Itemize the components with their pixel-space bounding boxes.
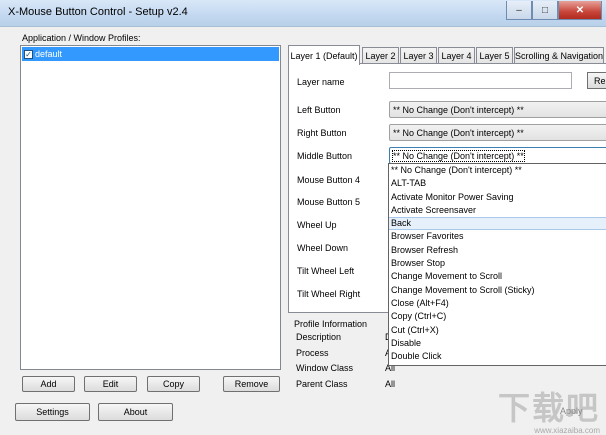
dropdown-option[interactable]: Browser Refresh bbox=[389, 244, 606, 257]
dropdown-option[interactable]: Browser Stop bbox=[389, 257, 606, 270]
layer-name-label: Layer name bbox=[297, 77, 345, 87]
middle-button-select[interactable]: ** No Change (Don't intercept) ** bbox=[389, 147, 606, 164]
wheel-up-label: Wheel Up bbox=[297, 220, 337, 230]
tilt-wheel-left-label: Tilt Wheel Left bbox=[297, 266, 355, 276]
reset-button[interactable]: Re bbox=[587, 72, 606, 89]
remove-button[interactable]: Remove bbox=[223, 376, 280, 392]
edit-button[interactable]: Edit bbox=[84, 376, 137, 392]
middle-button-value: ** No Change (Don't intercept) ** bbox=[392, 149, 525, 162]
watermark-logo: 下载吧 bbox=[497, 390, 600, 426]
mouse-button-4-label: Mouse Button 4 bbox=[297, 175, 361, 185]
copy-button[interactable]: Copy bbox=[147, 376, 200, 392]
dropdown-option[interactable]: Copy (Ctrl+C) bbox=[389, 310, 606, 323]
tab-layer-4[interactable]: Layer 4 bbox=[438, 47, 475, 64]
dropdown-option[interactable]: ** No Change (Don't intercept) ** bbox=[389, 164, 606, 177]
settings-button[interactable]: Settings bbox=[15, 403, 90, 421]
window-class-label: Window Class bbox=[296, 363, 354, 373]
dropdown-option[interactable]: Browser Favorites bbox=[389, 230, 606, 243]
tab-layer-1[interactable]: Layer 1 (Default) bbox=[288, 45, 360, 65]
mouse-button-5-label: Mouse Button 5 bbox=[297, 197, 361, 207]
left-button-label: Left Button bbox=[297, 105, 341, 115]
parent-class-label: Parent Class bbox=[296, 379, 348, 389]
description-label: Description bbox=[296, 332, 342, 342]
profile-list[interactable]: ✓ default bbox=[20, 45, 281, 370]
right-button-label: Right Button bbox=[297, 128, 347, 138]
dropdown-option[interactable]: Change Movement to Scroll (Sticky) bbox=[389, 284, 606, 297]
profile-item-default[interactable]: ✓ default bbox=[22, 47, 279, 61]
dropdown-option[interactable]: Activate Monitor Power Saving bbox=[389, 191, 606, 204]
tab-layer-2[interactable]: Layer 2 bbox=[362, 47, 399, 64]
tab-layer-3[interactable]: Layer 3 bbox=[400, 47, 437, 64]
title-bar[interactable]: X-Mouse Button Control - Setup v2.4 – □ … bbox=[0, 0, 606, 27]
tab-scrolling-navigation[interactable]: Scrolling & Navigation bbox=[514, 47, 604, 64]
middle-button-label: Middle Button bbox=[297, 151, 353, 161]
profile-name: default bbox=[35, 49, 63, 59]
parent-class-value: All bbox=[385, 379, 396, 389]
tab-layer-5[interactable]: Layer 5 bbox=[476, 47, 513, 64]
profile-info-heading: Profile Information bbox=[294, 319, 368, 329]
tilt-wheel-right-label: Tilt Wheel Right bbox=[297, 289, 361, 299]
profile-information: Profile Information Description D Proces… bbox=[288, 318, 395, 398]
dropdown-option[interactable]: Close (Alt+F4) bbox=[389, 297, 606, 310]
caption-buttons: – □ ✕ bbox=[506, 1, 602, 20]
watermark-url: www.xiazaiba.com bbox=[534, 426, 600, 435]
right-button-select[interactable]: ** No Change (Don't intercept) ** bbox=[389, 124, 606, 141]
layer-name-input[interactable] bbox=[389, 72, 572, 89]
action-dropdown-list[interactable]: ** No Change (Don't intercept) ** ALT-TA… bbox=[388, 163, 606, 366]
close-icon[interactable]: ✕ bbox=[558, 1, 602, 20]
dropdown-option[interactable]: Activate Screensaver bbox=[389, 204, 606, 217]
dropdown-option[interactable]: Change Movement to Scroll bbox=[389, 270, 606, 283]
add-button[interactable]: Add bbox=[22, 376, 75, 392]
dropdown-option-highlighted[interactable]: Back bbox=[389, 217, 606, 231]
process-label: Process bbox=[296, 348, 329, 358]
window-title: X-Mouse Button Control - Setup v2.4 bbox=[8, 6, 188, 18]
left-button-select[interactable]: ** No Change (Don't intercept) ** bbox=[389, 101, 606, 118]
checkbox-icon[interactable]: ✓ bbox=[24, 49, 33, 59]
profiles-label: Application / Window Profiles: bbox=[22, 33, 141, 43]
dropdown-option[interactable]: Double Click bbox=[389, 350, 606, 363]
maximize-icon[interactable]: □ bbox=[532, 1, 558, 20]
about-button[interactable]: About bbox=[98, 403, 173, 421]
dropdown-option[interactable]: Cut (Ctrl+X) bbox=[389, 324, 606, 337]
dropdown-option[interactable]: ALT-TAB bbox=[389, 177, 606, 190]
right-button-value: ** No Change (Don't intercept) ** bbox=[393, 127, 524, 138]
dropdown-option[interactable]: Disable bbox=[389, 337, 606, 350]
left-button-value: ** No Change (Don't intercept) ** bbox=[393, 104, 524, 115]
wheel-down-label: Wheel Down bbox=[297, 243, 349, 253]
minimize-icon[interactable]: – bbox=[506, 1, 532, 20]
